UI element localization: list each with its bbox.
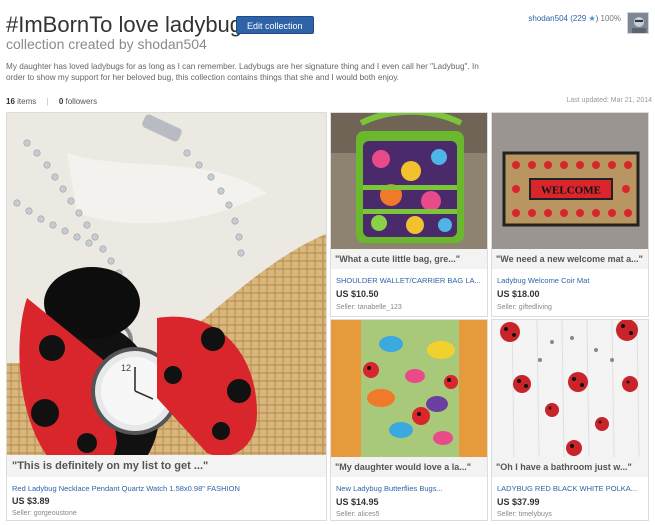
item-title-link[interactable]: SHOULDER WALLET/CARRIER BAG LA... [336,276,486,285]
item-quote: "Oh I have a bathroom just w..." [492,457,648,477]
items-count: 16 [6,97,15,106]
item-card-bug-towel[interactable]: "My daughter would love a la..." New Lad… [330,319,488,521]
svg-text:12: 12 [121,363,131,373]
username-link[interactable]: shodan504 [528,14,568,23]
followers-label: followers [65,97,98,106]
collection-subtitle: collection created by shodan504 [6,36,207,52]
item-price: US $37.99 [497,497,540,507]
item-quote: "What a cute little bag, gre..." [331,249,487,269]
item-image[interactable] [331,113,487,249]
item-card-welcome-mat[interactable]: WELCOME "We need a new welcome mat a..."… [491,112,649,317]
item-quote: "This is definitely on my list to get ..… [7,455,326,477]
collection-description: My daughter has loved ladybugs for as lo… [6,62,479,82]
item-quote: "We need a new welcome mat a..." [492,249,648,269]
item-seller: Seller: alices5 [336,511,380,518]
avatar[interactable] [627,12,649,34]
collection-header: #ImBornTo love ladybugs Edit collection … [6,10,649,55]
item-price: US $3.89 [12,496,50,506]
item-price: US $14.95 [336,497,379,507]
item-price: US $10.50 [336,289,379,299]
item-quote: "My daughter would love a la..." [331,457,487,477]
item-seller: Seller: gorgeoustone [12,510,77,517]
collection-stats: 16 items | 0 followers [6,97,97,106]
item-title-link[interactable]: New Ladybug Butterflies Bugs... [336,484,486,493]
item-price: US $18.00 [497,289,540,299]
feedback-percent: 100% [600,14,621,23]
item-image[interactable] [331,320,487,457]
item-seller: Seller: giftedliving [497,304,552,311]
last-updated: Last updated: Mar 21, 2014 [566,97,652,104]
item-seller: Seller: timelybuys [497,511,552,518]
user-text: shodan504 (229 ★) 100% [528,14,621,23]
feedback-score[interactable]: (229 ★) [570,14,598,23]
item-seller: Seller: tanabelle_123 [336,304,402,311]
item-card-bag[interactable]: "What a cute little bag, gre..." SHOULDE… [330,112,488,317]
item-image[interactable]: WELCOME [492,113,648,249]
edit-collection-button[interactable]: Edit collection [236,16,314,34]
item-card-ladybug-watch[interactable]: 12 "This is definitely on my list to get… [6,112,327,521]
star-icon: ★ [588,14,596,23]
item-image[interactable]: 12 [7,113,326,455]
followers-count: 0 [58,97,64,106]
item-title-link[interactable]: Ladybug Welcome Coir Mat [497,276,647,285]
items-label: items [17,97,37,106]
svg-text:WELCOME: WELCOME [541,185,601,197]
item-image[interactable] [492,320,648,457]
item-title-link[interactable]: LADYBUG RED BLACK WHITE POLKA... [497,484,647,493]
item-title-link[interactable]: Red Ladybug Necklace Pendant Quartz Watc… [12,484,322,493]
page-title: #ImBornTo love ladybugs [6,12,254,37]
item-card-shower-curtain[interactable]: "Oh I have a bathroom just w..." LADYBUG… [491,319,649,521]
stats-divider: | [46,97,49,106]
